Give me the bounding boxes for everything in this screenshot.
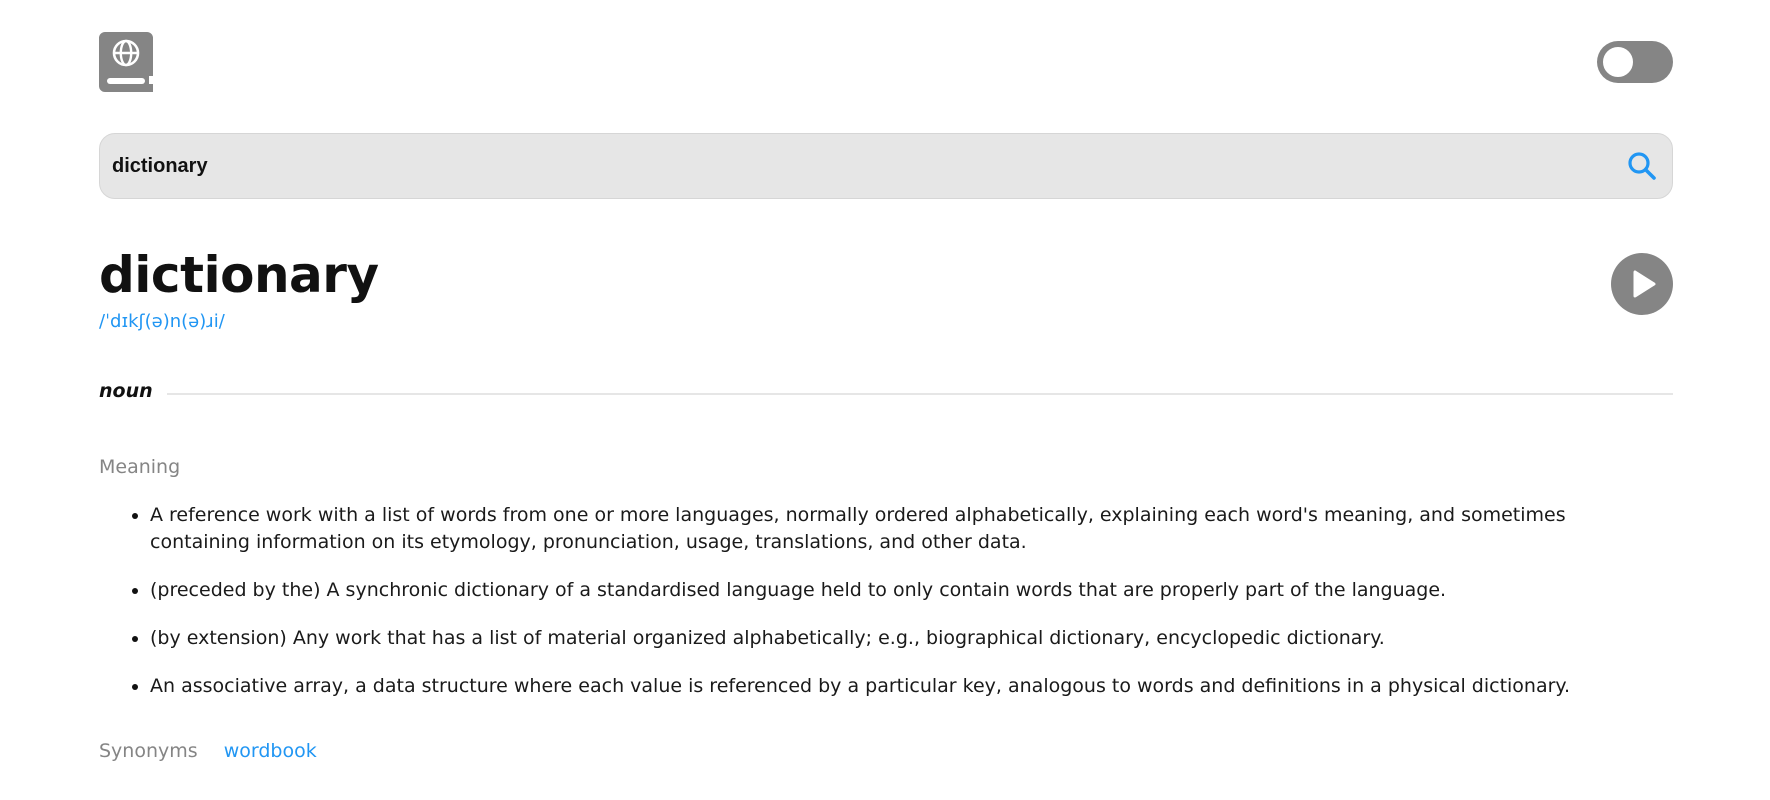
synonym-link[interactable]: wordbook xyxy=(224,740,317,762)
synonyms-row: Synonyms wordbook xyxy=(99,740,317,762)
search-icon xyxy=(1628,152,1656,180)
meaning-list: A reference work with a list of words fr… xyxy=(99,502,1659,721)
meaning-item: (by extension) Any work that has a list … xyxy=(150,625,1659,652)
phonetic-text: /ˈdɪkʃ(ə)n(ə)ɹi/ xyxy=(99,311,225,332)
part-of-speech: noun xyxy=(99,380,153,402)
search-button[interactable] xyxy=(1626,150,1658,182)
search-bar xyxy=(99,133,1673,199)
play-audio-button[interactable] xyxy=(1611,253,1673,315)
synonyms-label: Synonyms xyxy=(99,740,198,762)
dictionary-app: dictionary /ˈdɪkʃ(ə)n(ə)ɹi/ noun Meaning… xyxy=(0,0,1770,800)
word-title: dictionary xyxy=(99,246,379,304)
meaning-label: Meaning xyxy=(99,456,181,478)
meaning-item: (preceded by the) A synchronic dictionar… xyxy=(150,577,1659,604)
part-of-speech-row: noun xyxy=(99,378,1673,408)
search-input[interactable] xyxy=(112,134,1592,198)
divider xyxy=(167,393,1673,395)
meaning-item: An associative array, a data structure w… xyxy=(150,673,1659,700)
meaning-item: A reference work with a list of words fr… xyxy=(150,502,1659,556)
toggle-knob xyxy=(1601,45,1635,79)
theme-toggle[interactable] xyxy=(1597,41,1673,83)
book-globe-icon xyxy=(99,32,153,92)
play-icon xyxy=(1633,270,1656,298)
